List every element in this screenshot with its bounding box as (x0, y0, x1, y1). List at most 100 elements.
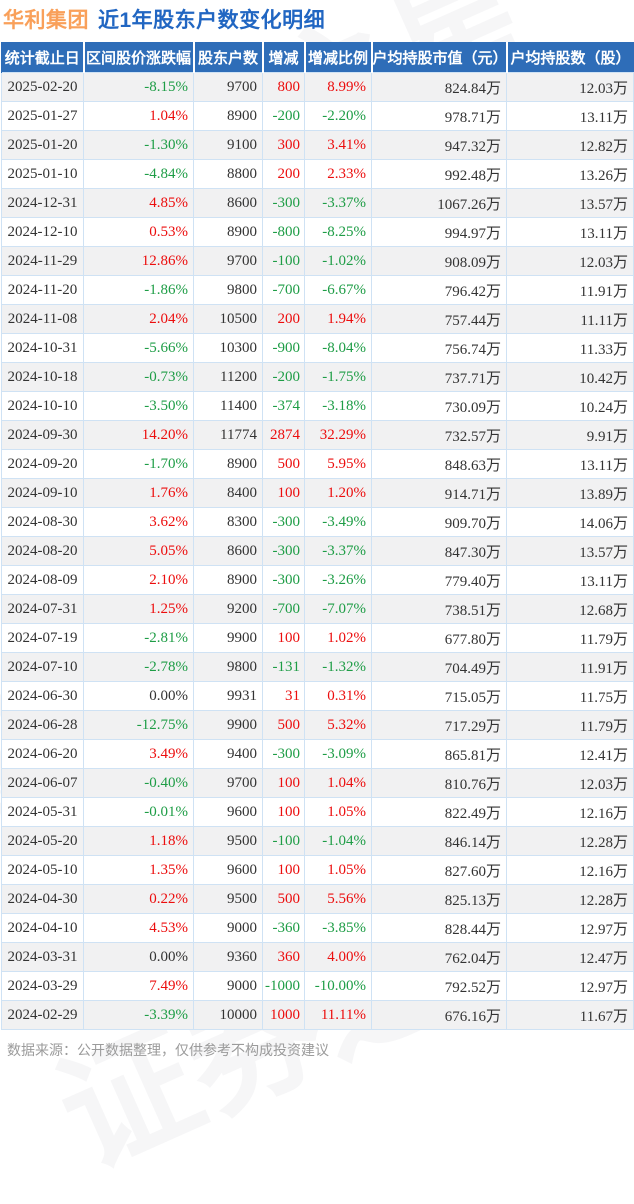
cell-holders: 8900 (193, 101, 263, 131)
cell-avg-shares: 11.91万 (506, 652, 634, 682)
cell-delta-pct: 2.33% (304, 159, 372, 189)
cell-delta-pct: 1.20% (304, 478, 372, 508)
table-row: 2024-10-10 -3.50% 11400 -374 -3.18% 730.09万 10… (1, 391, 634, 421)
cell-date: 2024-05-10 (1, 855, 84, 885)
cell-delta: 300 (262, 130, 305, 160)
cell-date: 2025-01-20 (1, 130, 84, 160)
cell-avg-shares: 13.57万 (506, 188, 634, 218)
cell-avg-market-value: 824.84万 (371, 72, 507, 102)
cell-avg-market-value: 908.09万 (371, 246, 507, 276)
cell-avg-market-value: 717.29万 (371, 710, 507, 740)
cell-delta-pct: 1.05% (304, 797, 372, 827)
cell-delta-pct: 1.94% (304, 304, 372, 334)
cell-avg-shares: 13.11万 (506, 217, 634, 247)
cell-price-change: 1.04% (83, 101, 194, 131)
table-row: 2024-11-08 2.04% 10500 200 1.94% 757.44万 11.11… (1, 304, 634, 334)
table-row: 2025-01-20 -1.30% 9100 300 3.41% 947.32万 12.82… (1, 130, 634, 160)
cell-delta-pct: -3.09% (304, 739, 372, 769)
cell-date: 2024-03-29 (1, 971, 84, 1001)
cell-delta-pct: 3.41% (304, 130, 372, 160)
cell-holders: 9100 (193, 130, 263, 160)
page-title: 华利集团 近1年股东户数变化明细 (3, 7, 634, 34)
cell-avg-market-value: 677.80万 (371, 623, 507, 653)
cell-avg-shares: 12.82万 (506, 130, 634, 160)
cell-delta: 100 (262, 797, 305, 827)
cell-delta: -200 (262, 101, 305, 131)
cell-delta-pct: -1.75% (304, 362, 372, 392)
cell-delta-pct: 11.11% (304, 1000, 372, 1030)
cell-avg-shares: 13.11万 (506, 565, 634, 595)
cell-delta: -374 (262, 391, 305, 421)
cell-delta: -131 (262, 652, 305, 682)
cell-holders: 9700 (193, 768, 263, 798)
cell-delta-pct: 1.05% (304, 855, 372, 885)
cell-avg-market-value: 825.13万 (371, 884, 507, 914)
cell-holders: 8800 (193, 159, 263, 189)
cell-holders: 9800 (193, 652, 263, 682)
table-row: 2024-11-29 12.86% 9700 -100 -1.02% 908.09万 12.… (1, 246, 634, 276)
cell-holders: 8900 (193, 449, 263, 479)
cell-avg-market-value: 865.81万 (371, 739, 507, 769)
shareholder-count-table: 统计截止日 区间股价涨跌幅 股东户数 增减 增减比例 户均持股市值（元） 户均持股数（股） … (1, 42, 634, 1030)
cell-avg-shares: 11.91万 (506, 275, 634, 305)
cell-price-change: -3.50% (83, 391, 194, 421)
cell-avg-market-value: 737.71万 (371, 362, 507, 392)
cell-price-change: 1.76% (83, 478, 194, 508)
cell-holders: 8300 (193, 507, 263, 537)
cell-price-change: 7.49% (83, 971, 194, 1001)
cell-delta: -900 (262, 333, 305, 363)
page-subtitle: 近1年股东户数变化明细 (98, 9, 326, 32)
table-row: 2025-02-20 -8.15% 9700 800 8.99% 824.84万 12.03… (1, 72, 634, 102)
cell-holders: 9360 (193, 942, 263, 972)
cell-delta: 800 (262, 72, 305, 102)
cell-avg-market-value: 828.44万 (371, 913, 507, 943)
cell-delta-pct: 4.00% (304, 942, 372, 972)
cell-delta: -360 (262, 913, 305, 943)
cell-price-change: 5.05% (83, 536, 194, 566)
cell-avg-shares: 13.89万 (506, 478, 634, 508)
cell-price-change: 1.18% (83, 826, 194, 856)
cell-price-change: 1.25% (83, 594, 194, 624)
cell-avg-shares: 12.03万 (506, 72, 634, 102)
cell-date: 2024-11-29 (1, 246, 84, 276)
cell-delta-pct: 5.95% (304, 449, 372, 479)
table-row: 2024-10-18 -0.73% 11200 -200 -1.75% 737.71万 10… (1, 362, 634, 392)
cell-avg-shares: 10.42万 (506, 362, 634, 392)
cell-avg-market-value: 704.49万 (371, 652, 507, 682)
cell-avg-market-value: 792.52万 (371, 971, 507, 1001)
cell-holders: 8600 (193, 536, 263, 566)
cell-avg-shares: 11.75万 (506, 681, 634, 711)
cell-delta-pct: 1.02% (304, 623, 372, 653)
cell-avg-market-value: 827.60万 (371, 855, 507, 885)
cell-date: 2024-04-30 (1, 884, 84, 914)
cell-avg-shares: 11.79万 (506, 623, 634, 653)
cell-avg-shares: 13.11万 (506, 449, 634, 479)
data-source-note: 数据来源：公开数据整理，仅供参考不构成投资建议 (7, 1042, 329, 1058)
cell-delta: -300 (262, 739, 305, 769)
cell-avg-market-value: 847.30万 (371, 536, 507, 566)
cell-avg-shares: 11.11万 (506, 304, 634, 334)
cell-avg-shares: 9.91万 (506, 420, 634, 450)
col-header-avg-market-value: 户均持股市值（元） (370, 42, 507, 73)
cell-delta: 500 (262, 449, 305, 479)
table-row: 2024-07-31 1.25% 9200 -700 -7.07% 738.51万 12.6… (1, 594, 634, 624)
cell-delta-pct: 5.32% (304, 710, 372, 740)
cell-holders: 9000 (193, 971, 263, 1001)
cell-delta-pct: 0.31% (304, 681, 372, 711)
cell-delta: -700 (262, 275, 305, 305)
cell-delta: 31 (262, 681, 305, 711)
col-header-avg-shares: 户均持股数（股） (505, 42, 634, 73)
cell-avg-market-value: 779.40万 (371, 565, 507, 595)
cell-holders: 9400 (193, 739, 263, 769)
cell-date: 2024-09-10 (1, 478, 84, 508)
cell-price-change: 1.35% (83, 855, 194, 885)
cell-price-change: -1.30% (83, 130, 194, 160)
cell-price-change: -4.84% (83, 159, 194, 189)
cell-holders: 11400 (193, 391, 263, 421)
cell-price-change: -0.73% (83, 362, 194, 392)
cell-delta-pct: -8.04% (304, 333, 372, 363)
cell-date: 2024-12-10 (1, 217, 84, 247)
cell-avg-shares: 12.03万 (506, 768, 634, 798)
cell-avg-market-value: 730.09万 (371, 391, 507, 421)
cell-delta-pct: 32.29% (304, 420, 372, 450)
